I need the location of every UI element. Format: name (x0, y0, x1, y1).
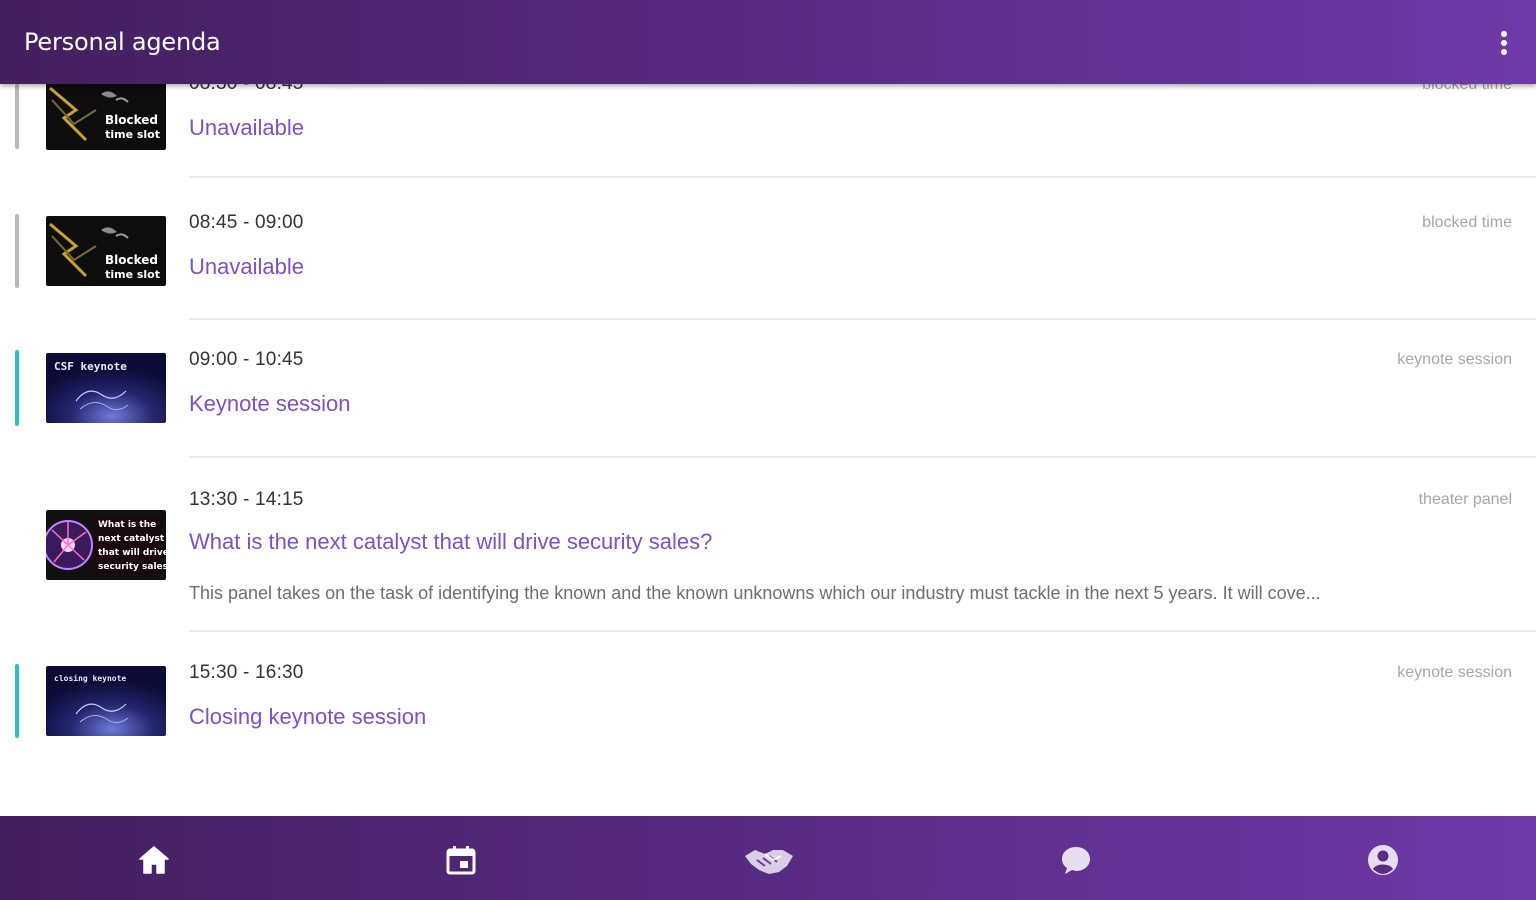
session-type-label: theater panel (1418, 491, 1512, 508)
session-type-label: keynote session (1397, 351, 1512, 368)
item-accent-bar (15, 84, 19, 149)
session-title-link[interactable]: Keynote session (189, 391, 350, 417)
app-bar: Personal agenda (0, 0, 1536, 84)
session-type-label: blocked time (1422, 214, 1512, 231)
home-icon (139, 846, 169, 874)
session-time: 15:30 - 16:30 (189, 662, 304, 683)
item-accent-bar (15, 664, 19, 738)
item-accent-bar (15, 350, 19, 426)
session-type-label: blocked time (1422, 84, 1512, 93)
session-thumbnail: closing keynote (46, 666, 166, 736)
agenda-item-keynote[interactable]: CSF keynote 09:00 - 10:45 keynote sessio… (0, 320, 1536, 458)
nav-chat-button[interactable] (1054, 838, 1098, 882)
agenda-list[interactable]: Blocked time slot 08:30 - 08:45 blocked … (0, 84, 1536, 816)
session-title-link[interactable]: Unavailable (189, 115, 304, 141)
thumbnail-text: What is the (98, 520, 156, 530)
session-time: 08:30 - 08:45 (189, 84, 304, 95)
session-thumbnail: Blocked time slot (46, 216, 166, 286)
session-time: 13:30 - 14:15 (189, 489, 304, 510)
session-title-link[interactable]: What is the next catalyst that will driv… (189, 529, 712, 555)
item-divider (189, 176, 1536, 178)
session-time: 09:00 - 10:45 (189, 349, 304, 370)
thumbnail-text: time slot (105, 268, 160, 281)
thumbnail-text: closing keynote (54, 673, 126, 683)
bottom-nav (0, 816, 1536, 900)
item-accent-bar (15, 214, 19, 288)
thumbnail-text: Blocked (105, 113, 158, 127)
thumbnail-text: security sales? (98, 562, 166, 572)
handshake-icon (745, 850, 793, 874)
more-options-button[interactable] (1492, 26, 1516, 60)
session-title-link[interactable]: Unavailable (189, 254, 304, 280)
more-vert-icon (1501, 31, 1507, 55)
nav-home-button[interactable] (132, 838, 176, 882)
session-description: This panel takes on the task of identify… (189, 583, 1321, 603)
thumbnail-text: CSF keynote (54, 360, 127, 373)
nav-profile-button[interactable] (1361, 838, 1405, 882)
thumbnail-text: time slot (105, 128, 160, 141)
session-type-label: keynote session (1397, 664, 1512, 681)
thumbnail-text: that will drive (98, 548, 166, 558)
agenda-item-blocked-0845[interactable]: Blocked time slot 08:45 - 09:00 blocked … (0, 182, 1536, 320)
account-icon (1368, 845, 1398, 875)
agenda-item-blocked-0830[interactable]: Blocked time slot 08:30 - 08:45 blocked … (0, 84, 1536, 178)
session-time: 08:45 - 09:00 (189, 212, 304, 233)
session-thumbnail: Blocked time slot (46, 84, 166, 150)
agenda-item-theater-panel[interactable]: What is the next catalyst that will driv… (0, 458, 1536, 632)
chat-icon (1062, 847, 1090, 874)
nav-networking-button[interactable] (743, 838, 795, 882)
agenda-item-closing-keynote[interactable]: closing keynote 15:30 - 16:30 keynote se… (0, 632, 1536, 770)
calendar-icon (446, 846, 476, 875)
nav-agenda-button[interactable] (439, 838, 483, 882)
thumbnail-text: Blocked (105, 253, 158, 267)
page-title: Personal agenda (24, 28, 221, 56)
session-thumbnail: CSF keynote (46, 353, 166, 423)
session-thumbnail: What is the next catalyst that will driv… (46, 510, 166, 580)
thumbnail-text: next catalyst (98, 534, 165, 544)
session-title-link[interactable]: Closing keynote session (189, 704, 426, 730)
